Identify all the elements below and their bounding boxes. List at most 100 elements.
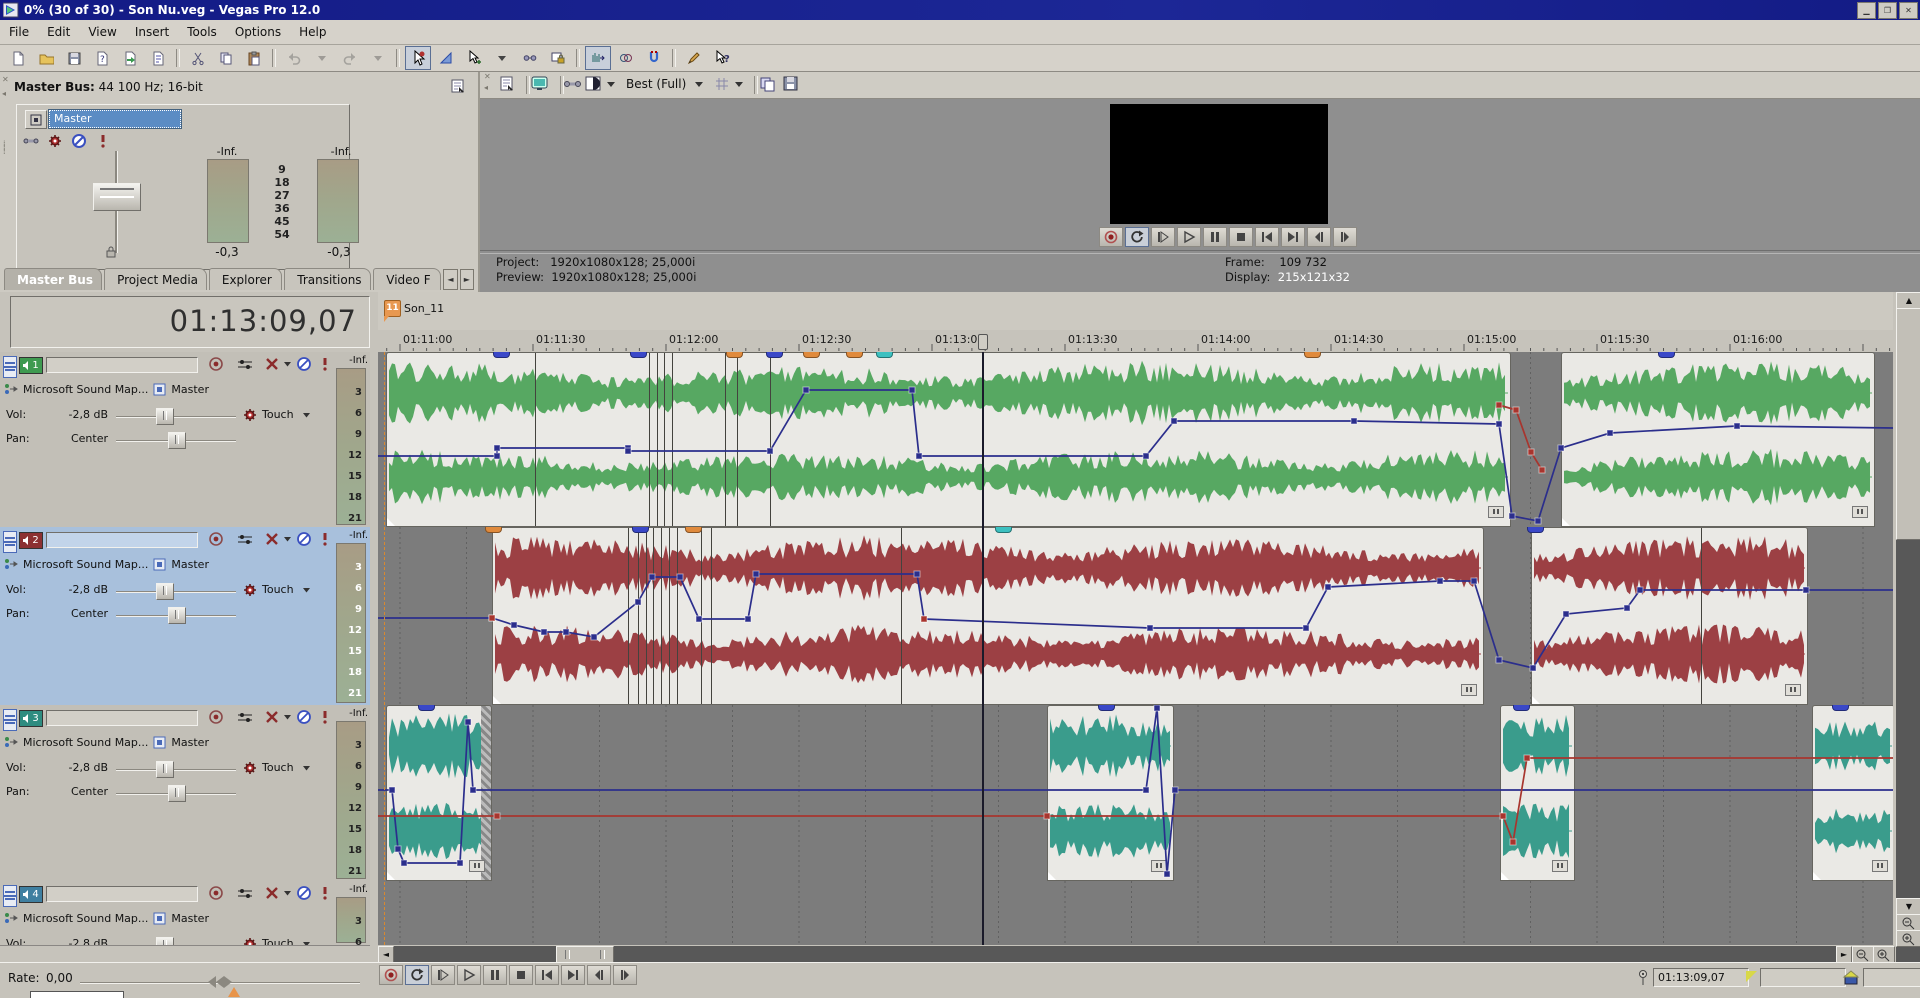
- tab-transitions[interactable]: Transitions: [284, 268, 371, 290]
- event-split-line[interactable]: [711, 528, 712, 704]
- bus-name-field[interactable]: Master: [49, 110, 181, 128]
- record-arm-button[interactable]: [208, 531, 224, 547]
- track-device-name[interactable]: Microsoft Sound Map...: [23, 736, 148, 749]
- ignore-event-grouping-icon[interactable]: [517, 46, 543, 70]
- redo-history-icon[interactable]: [365, 46, 391, 70]
- event-split-line[interactable]: [1701, 528, 1702, 704]
- marker-flag[interactable]: 11: [384, 300, 401, 317]
- tab-project-media[interactable]: Project Media: [104, 268, 207, 290]
- pane-grip[interactable]: ⁞⁞⁞: [3, 142, 8, 154]
- loop-playback-button[interactable]: [1125, 227, 1149, 247]
- event-split-line[interactable]: [628, 528, 629, 704]
- menu-help[interactable]: Help: [290, 22, 335, 42]
- menu-tools[interactable]: Tools: [178, 22, 226, 42]
- vol-value[interactable]: -2,8 dB: [56, 408, 108, 421]
- track-restore-icon[interactable]: [3, 367, 17, 378]
- vol-slider-thumb[interactable]: [156, 761, 174, 778]
- title-bar[interactable]: 0% (30 of 30) - Son Nu.veg - Vegas Pro 1…: [0, 0, 1920, 20]
- vol-slider-thumb[interactable]: [156, 937, 174, 946]
- event-fade-handle[interactable]: [1048, 872, 1056, 880]
- mute-button[interactable]: [264, 531, 282, 547]
- save-project-icon[interactable]: [61, 46, 87, 70]
- mute-icon[interactable]: [71, 133, 87, 149]
- event-split-line[interactable]: [737, 353, 738, 526]
- audio-event[interactable]: [1500, 705, 1575, 881]
- undock-preview-icon[interactable]: ◂: [484, 86, 489, 90]
- event-fade-handle[interactable]: [1813, 872, 1821, 880]
- bus-assign-button[interactable]: [153, 912, 166, 925]
- automation-caret-icon[interactable]: [302, 412, 311, 418]
- bus-assign-button[interactable]: [153, 558, 166, 571]
- menu-options[interactable]: Options: [226, 22, 290, 42]
- pan-value[interactable]: Center: [56, 432, 108, 445]
- solo-button[interactable]: [296, 709, 312, 725]
- track-row-2[interactable]: [378, 527, 1893, 706]
- track-meter[interactable]: 36912151821: [336, 543, 366, 703]
- automation-caret-icon[interactable]: [302, 587, 311, 593]
- event-generic-icon[interactable]: [1151, 860, 1167, 872]
- mute-caret-icon[interactable]: [283, 714, 292, 720]
- dock-tabs-scroll-right[interactable]: ►: [460, 269, 474, 290]
- audio-event[interactable]: [492, 527, 1484, 705]
- bus-assign-button[interactable]: [153, 736, 166, 749]
- previous-frame-button[interactable]: [587, 965, 611, 985]
- track-row-3[interactable]: [378, 705, 1893, 882]
- split-screen-caret-icon[interactable]: [606, 81, 616, 88]
- menu-edit[interactable]: Edit: [38, 22, 79, 42]
- mute-caret-icon[interactable]: [283, 536, 292, 542]
- track-header-4[interactable]: 4-Inf.36912151821Microsoft Sound Map...M…: [0, 881, 370, 946]
- pan-slider-thumb[interactable]: [168, 607, 186, 624]
- event-fade-handle[interactable]: [1562, 518, 1570, 526]
- close-button[interactable]: ✕: [1899, 2, 1918, 19]
- play-from-start-button[interactable]: [431, 965, 455, 985]
- auto-ripple-icon[interactable]: [585, 46, 611, 70]
- track-name-field[interactable]: [46, 886, 198, 902]
- automation-settings-icon[interactable]: [242, 936, 258, 946]
- event-split-line[interactable]: [672, 353, 673, 526]
- v-scroll-up-arrow[interactable]: ▲: [1896, 292, 1920, 309]
- vol-value[interactable]: -2,8 dB: [56, 583, 108, 596]
- track-name-field[interactable]: [46, 357, 198, 373]
- audio-event[interactable]: [386, 352, 1511, 527]
- insert-fx-icon[interactable]: [23, 133, 39, 149]
- go-to-end-button[interactable]: [561, 965, 585, 985]
- event-fade-handle[interactable]: [387, 872, 395, 880]
- phase-invert-button[interactable]: [320, 356, 330, 372]
- event-split-line[interactable]: [653, 528, 654, 704]
- event-split-line[interactable]: [646, 528, 647, 704]
- track-meter[interactable]: 36912151821: [336, 721, 366, 879]
- event-fade-handle[interactable]: [1532, 696, 1540, 704]
- external-monitor-icon[interactable]: [530, 75, 550, 93]
- track-device-name[interactable]: Microsoft Sound Map...: [23, 912, 148, 925]
- whats-this-help-icon[interactable]: ?: [709, 46, 735, 70]
- cut-icon[interactable]: [185, 46, 211, 70]
- paste-icon[interactable]: [241, 46, 267, 70]
- pan-slider-thumb[interactable]: [168, 432, 186, 449]
- menu-view[interactable]: View: [79, 22, 125, 42]
- track-restore-icon[interactable]: [3, 542, 17, 553]
- event-split-line[interactable]: [901, 528, 902, 704]
- track-device-name[interactable]: Microsoft Sound Map...: [23, 383, 148, 396]
- event-fade-handle[interactable]: [1501, 872, 1509, 880]
- track-meter[interactable]: 36912151821: [336, 368, 366, 525]
- event-generic-icon[interactable]: [1461, 684, 1477, 696]
- automation-caret-icon[interactable]: [302, 941, 311, 946]
- automation-mode[interactable]: Touch: [262, 583, 294, 596]
- event-generic-icon[interactable]: [469, 860, 485, 872]
- track-minimize-icon[interactable]: [3, 356, 17, 367]
- tab-master-bus[interactable]: Master Bus: [4, 268, 102, 290]
- redo-icon[interactable]: [337, 46, 363, 70]
- vol-value[interactable]: -2,8 dB: [56, 937, 108, 946]
- event-split-line[interactable]: [725, 353, 726, 526]
- edit-tool-list-icon[interactable]: [489, 46, 515, 70]
- vol-slider-thumb[interactable]: [156, 583, 174, 600]
- automation-settings-icon[interactable]: [47, 133, 63, 149]
- minimize-button[interactable]: ▁: [1857, 2, 1876, 19]
- master-fader-handle[interactable]: [93, 183, 141, 211]
- track-meter[interactable]: 36912151821: [336, 897, 366, 943]
- save-snapshot-icon[interactable]: [782, 75, 800, 93]
- go-to-start-button[interactable]: [535, 965, 559, 985]
- record-arm-button[interactable]: [208, 709, 224, 725]
- audio-event[interactable]: [1531, 527, 1808, 705]
- go-to-start-button[interactable]: [1255, 227, 1279, 247]
